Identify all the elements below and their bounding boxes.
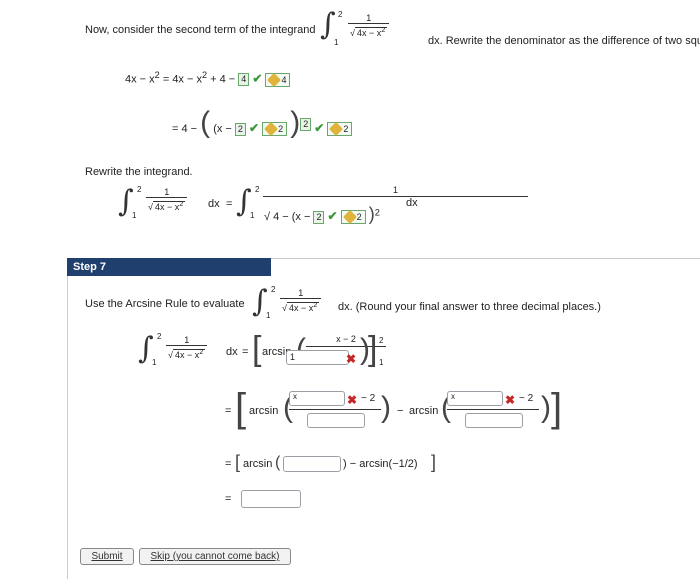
line1: 4x − x2 = 4x − x2 + 4 − 4 ✔ 4 <box>125 70 291 87</box>
eval2-row: = [ arcsin ( x ✖ − 2 ) − arcsin ( x ✖ − … <box>225 386 563 430</box>
arcsine-lead: Use the Arcsine Rule to evaluate <box>85 298 245 310</box>
line1-answer-box[interactable]: 4 <box>238 73 250 87</box>
line1-exp: 2 <box>154 70 160 80</box>
line1-rhs-tail: + 4 − <box>210 73 236 86</box>
upper-limit: 2 <box>338 10 343 19</box>
line2: = 4 − ( (x − 2 ✔ 2 ) 2 ✔ 2 <box>172 106 353 139</box>
eval2-input-bottom-1[interactable] <box>307 413 365 428</box>
skip-button[interactable]: Skip (you cannot come back) <box>139 548 291 565</box>
radicand: 4x − x <box>356 28 382 38</box>
line2-answer-box[interactable]: 2 <box>234 122 246 136</box>
integrand-fraction: 1 √ 4x − x2 <box>348 13 390 38</box>
check-icon: ✔ <box>249 121 260 135</box>
rewrite-correct-answer: 2 <box>340 210 366 225</box>
eval2-input-bottom-2[interactable] <box>465 413 523 428</box>
eval4-row: = <box>225 490 301 508</box>
check-icon: ✔ <box>252 71 263 86</box>
open-paren: ( <box>200 106 211 139</box>
intro-text: Now, consider the second term of the int… <box>85 24 316 36</box>
integral-sign: ∫ <box>320 7 336 42</box>
line1-correct-answer: 4 <box>265 72 291 87</box>
line2-prefix: = 4 − <box>172 123 198 135</box>
eval3-input[interactable] <box>283 456 341 472</box>
line2-exp-correct-answer: 2 <box>327 122 353 137</box>
check-icon: ✔ <box>314 121 325 135</box>
line2-inner: (x − <box>213 123 232 135</box>
eval1-input[interactable]: 1 <box>286 350 349 365</box>
cross-icon: ✖ <box>346 352 357 366</box>
eval1-row: ∫ 2 1 1 √4x − x2 dx = [ arcsin ( x − 2 1… <box>138 332 558 372</box>
rewrite-label: Rewrite the integrand. <box>85 166 193 178</box>
submit-button[interactable]: Submit <box>80 548 134 565</box>
intro-tail: dx. Rewrite the denominator as the diffe… <box>428 35 700 47</box>
rewrite-row: ∫ 2 1 1 √ 4x − x2 dx = ∫ 2 1 1 √ 4 − (x −… <box>118 185 528 225</box>
key-icon <box>329 122 344 137</box>
line1-eq: = <box>162 73 170 86</box>
cross-icon: ✖ <box>505 393 516 407</box>
numerator: 1 <box>366 13 372 23</box>
line1-rhs: 4x − x <box>172 73 202 86</box>
lower-limit: 1 <box>334 38 339 47</box>
check-icon: ✔ <box>327 209 338 223</box>
rewrite-rhs-denominator: √ 4 − (x − 2 ✔ 2 )2 <box>264 204 380 225</box>
intro-integral: ∫ 2 1 1 √ 4x − x2 <box>320 7 390 47</box>
line2-exp-box[interactable]: 2 <box>300 118 312 132</box>
eval3-row: = [ arcsin ( ) − arcsin(−1/2) ] <box>225 452 437 472</box>
eval2-input-top-2[interactable]: x <box>447 391 503 406</box>
key-icon <box>264 122 279 137</box>
arcsine-integral: ∫ 2 1 1 √ 4x − x2 <box>252 285 342 325</box>
line1-lhs: 4x − x <box>125 73 155 86</box>
step-header: Step 7 <box>67 258 271 276</box>
exponent: 2 <box>381 25 386 34</box>
key-icon <box>342 210 357 225</box>
cross-icon: ✖ <box>347 393 358 407</box>
rewrite-lhs-fraction: 1 √ 4x − x2 <box>146 187 188 212</box>
rewrite-answer-box[interactable]: 2 <box>313 210 325 224</box>
final-answer-input[interactable] <box>240 490 301 508</box>
eval2-input-top-1[interactable]: x <box>289 391 345 406</box>
close-paren: ) <box>290 106 301 139</box>
arcsine-tail: dx. (Round your final answer to three de… <box>338 301 601 313</box>
line2-correct-answer: 2 <box>262 122 288 137</box>
key-icon <box>267 72 282 87</box>
denominator: √ 4x − x2 <box>348 23 390 38</box>
